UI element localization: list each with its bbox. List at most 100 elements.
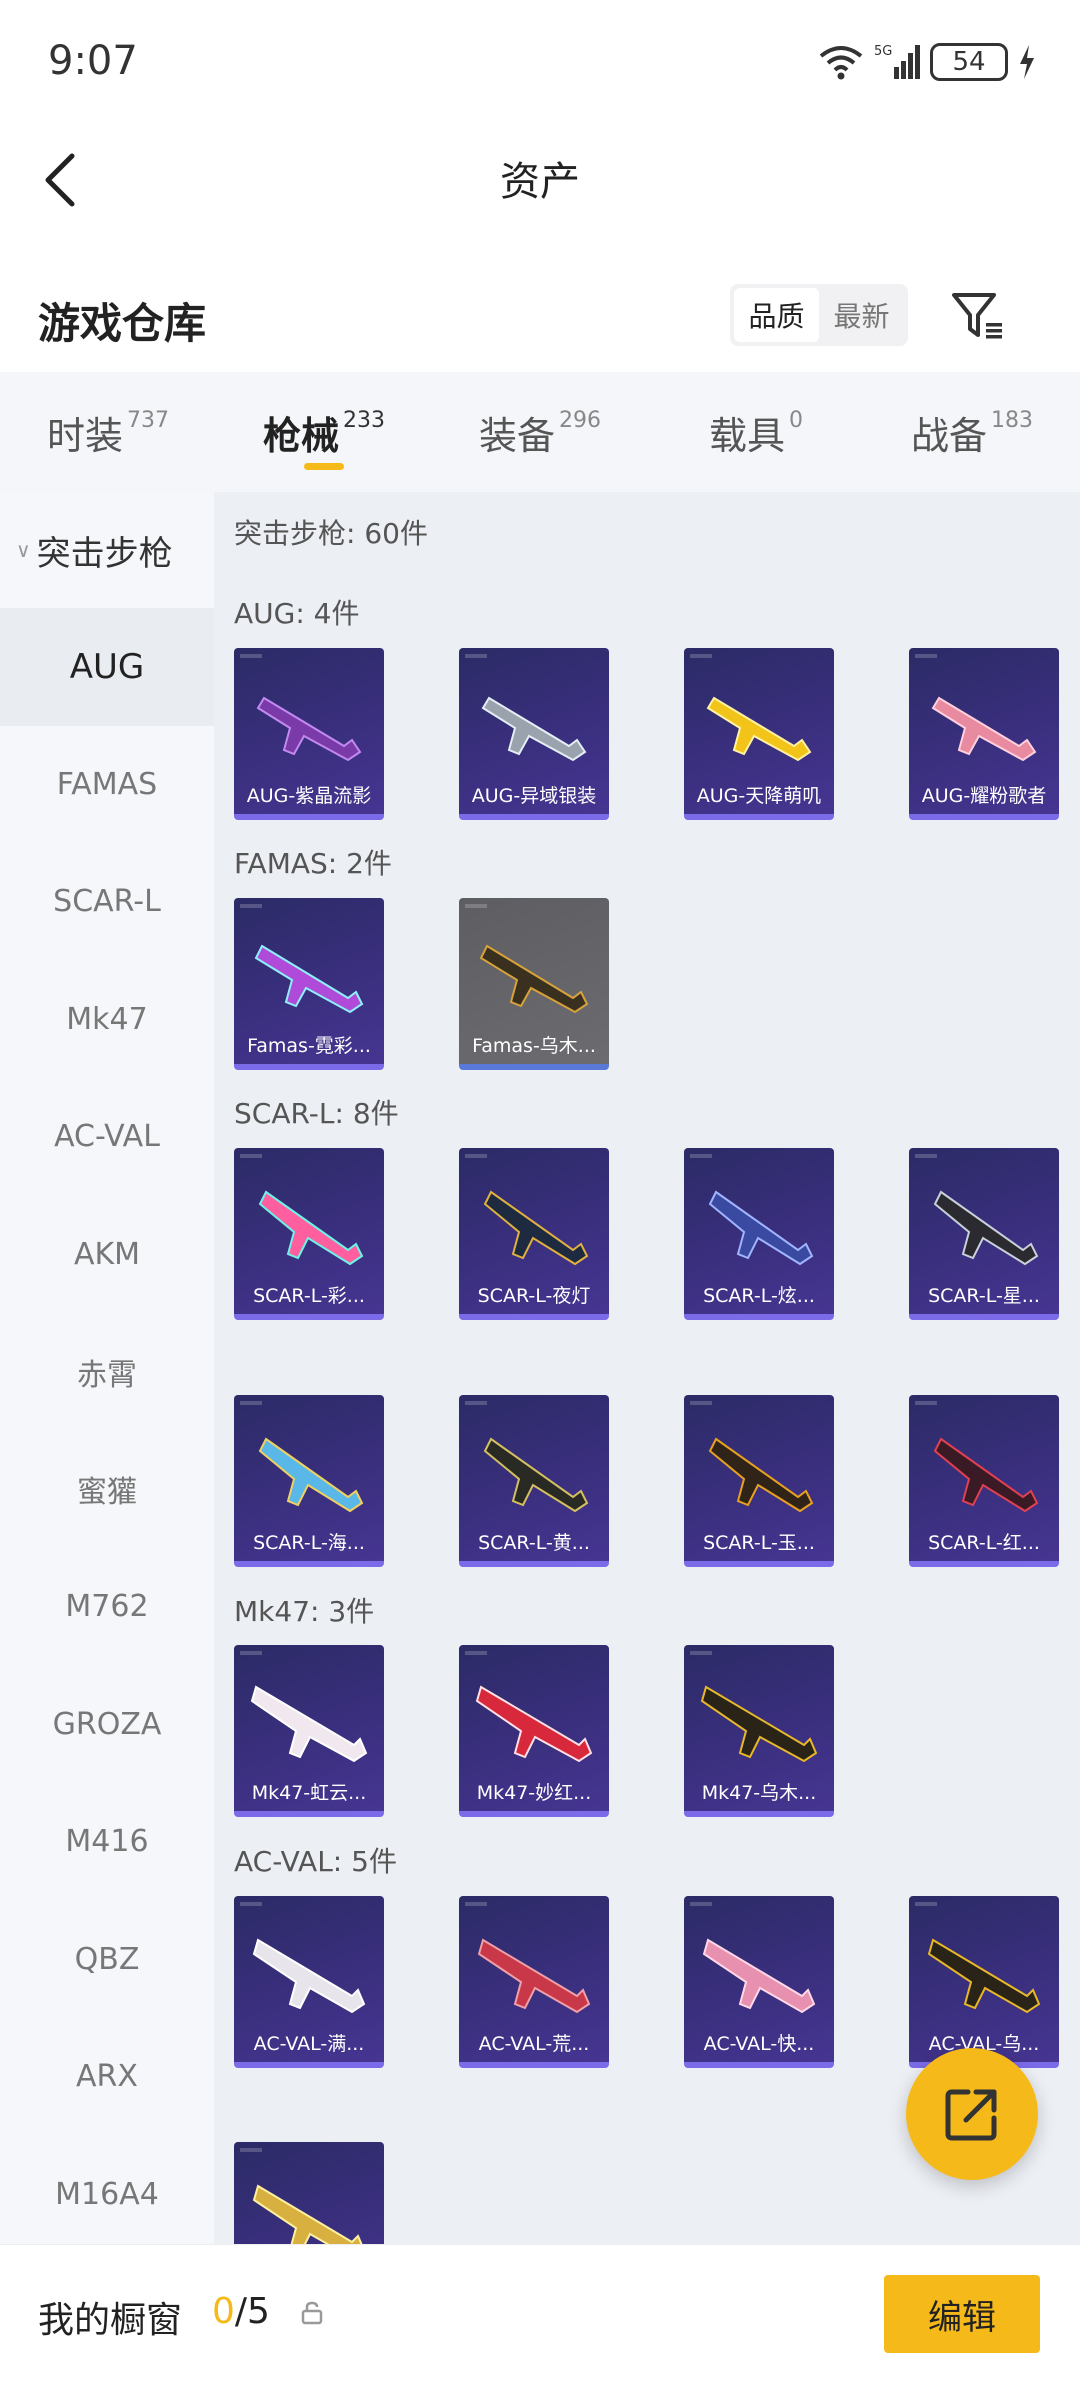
card-corner-deco — [240, 2148, 262, 2152]
skin-name: SCAR-L-彩... — [253, 1285, 365, 1307]
tab-firearms[interactable]: 枪械 233 — [216, 372, 432, 492]
sidebar-item-mk47[interactable]: Mk47 — [0, 961, 214, 1079]
tab-fashion[interactable]: 时装 737 — [0, 372, 216, 492]
skin-card[interactable]: SCAR-L-玉... — [684, 1395, 834, 1567]
skin-name: AUG-紫晶流影 — [246, 785, 372, 807]
edit-button[interactable]: 编辑 — [884, 2275, 1040, 2353]
skin-card[interactable]: SCAR-L-海... — [234, 1395, 384, 1567]
skin-name: SCAR-L-黄... — [478, 1532, 590, 1554]
sidebar-category-label: 突击步枪 — [36, 533, 173, 574]
gun-image — [477, 1938, 591, 2014]
skin-card[interactable]: Mk47-虹云... — [234, 1645, 384, 1817]
card-corner-deco — [465, 1401, 487, 1405]
skin-name: AC-VAL-快... — [703, 2033, 815, 2055]
tab-equipment[interactable]: 装备 296 — [432, 372, 648, 492]
skin-card[interactable]: Famas-乌木... — [459, 898, 609, 1070]
skin-name: Mk47-虹云... — [251, 1782, 367, 1804]
battery-level: 54 — [952, 47, 986, 77]
sidebar-item-qbz[interactable]: QBZ — [0, 1901, 214, 2019]
filter-button[interactable] — [950, 287, 1006, 343]
sidebar-category-assault-rifles[interactable]: ∨ 突击步枪 — [0, 492, 214, 608]
skin-card[interactable]: AUG-耀粉歌者 — [909, 648, 1059, 820]
skin-card[interactable]: SCAR-L-星... — [909, 1148, 1059, 1320]
group-title-ac-val: AC-VAL: 5件 — [234, 1845, 397, 1878]
gun-image — [252, 1938, 366, 2014]
tab-label: 时装 — [46, 413, 123, 458]
card-corner-deco — [240, 1154, 262, 1158]
active-tab-indicator — [304, 463, 344, 470]
skin-name: SCAR-L-红... — [928, 1532, 1040, 1554]
sort-newest-button[interactable]: 最新 — [819, 288, 904, 342]
gun-image — [483, 1437, 589, 1513]
skin-card[interactable]: AC-VAL-快... — [684, 1896, 834, 2068]
card-corner-deco — [465, 1651, 487, 1655]
skin-card[interactable]: Mk47-妙红... — [459, 1645, 609, 1817]
tab-vehicles[interactable]: 载具 0 — [648, 372, 864, 492]
sidebar-item-akm[interactable]: AKM — [0, 1196, 214, 1314]
sidebar-item-ac-val[interactable]: AC-VAL — [0, 1078, 214, 1196]
card-corner-deco — [915, 1902, 937, 1906]
card-corner-deco — [690, 654, 712, 658]
sidebar-item-groza[interactable]: GROZA — [0, 1666, 214, 1784]
skin-card[interactable]: AUG-异域银装 — [459, 648, 609, 820]
card-corner-deco — [240, 1651, 262, 1655]
sort-quality-button[interactable]: 品质 — [734, 288, 819, 342]
sidebar-item-scar-l[interactable]: SCAR-L — [0, 843, 214, 961]
skin-card[interactable]: AUG-天降萌叽 — [684, 648, 834, 820]
card-corner-deco — [915, 1154, 937, 1158]
weapon-grid: 突击步枪: 60件 AUG: 4件 AUG-紫晶流影 AUG-异域银装 AUG-… — [214, 492, 1080, 2244]
sidebar-item-mihuan[interactable]: 蜜獾 — [0, 1431, 214, 1549]
skin-name: SCAR-L-海... — [253, 1532, 365, 1554]
skin-card[interactable]: AC-VAL-乌... — [909, 1896, 1059, 2068]
skin-card[interactable]: SCAR-L-红... — [909, 1395, 1059, 1567]
card-corner-deco — [690, 1651, 712, 1655]
gun-image — [931, 696, 1037, 762]
group-title-aug: AUG: 4件 — [234, 597, 360, 630]
skin-name: AUG-耀粉歌者 — [921, 785, 1047, 807]
tab-supplies[interactable]: 战备 183 — [864, 372, 1080, 492]
filter-icon — [952, 293, 1002, 339]
card-corner-deco — [690, 1902, 712, 1906]
gun-image — [702, 1938, 816, 2014]
skin-card[interactable]: SCAR-L-炫... — [684, 1148, 834, 1320]
skin-card[interactable]: AUG-紫晶流影 — [234, 648, 384, 820]
share-icon — [945, 2089, 997, 2141]
skin-card[interactable]: SCAR-L-夜灯 — [459, 1148, 609, 1320]
charging-icon — [1020, 45, 1034, 79]
share-button[interactable] — [906, 2048, 1038, 2180]
card-corner-deco — [465, 904, 487, 908]
app-header: 资产 — [0, 125, 1080, 235]
sidebar-item-famas[interactable]: FAMAS — [0, 726, 214, 844]
tab-count: 183 — [991, 407, 1033, 433]
gun-image — [708, 1437, 814, 1513]
skin-card[interactable]: Mk47-乌木... — [684, 1645, 834, 1817]
tab-count: 737 — [127, 407, 169, 433]
tab-label: 载具 — [708, 413, 785, 458]
card-corner-deco — [240, 654, 262, 658]
skin-name: Mk47-妙红... — [476, 1782, 592, 1804]
skin-card[interactable]: SCAR-L-黄... — [459, 1395, 609, 1567]
skin-name: AC-VAL-满... — [253, 2033, 365, 2055]
wifi-icon — [819, 46, 863, 80]
skin-card[interactable]: SCAR-L-彩... — [234, 1148, 384, 1320]
tab-label: 战备 — [910, 413, 987, 458]
gun-image — [252, 2184, 363, 2244]
skin-name: AUG-异域银装 — [471, 785, 597, 807]
card-corner-deco — [240, 1401, 262, 1405]
sidebar-item-m416[interactable]: M416 — [0, 1783, 214, 1901]
skin-card[interactable]: AC-VAL-荒... — [459, 1896, 609, 2068]
skin-name: AC-VAL-荒... — [478, 2033, 590, 2055]
skin-card[interactable]: AC-VAL-满... — [234, 1896, 384, 2068]
skin-name: SCAR-L-炫... — [703, 1285, 815, 1307]
sidebar-item-chixiao[interactable]: 赤霄 — [0, 1313, 214, 1431]
card-corner-deco — [690, 1401, 712, 1405]
sidebar-item-m16a4[interactable]: M16A4 — [0, 2136, 214, 2245]
sidebar-item-arx[interactable]: ARX — [0, 2018, 214, 2136]
tab-count: 296 — [559, 407, 601, 433]
sidebar-item-m762[interactable]: M762 — [0, 1548, 214, 1666]
sidebar-item-aug[interactable]: AUG — [0, 608, 214, 726]
gun-image — [927, 1938, 1041, 2014]
skin-card[interactable]: Famas-霓彩... — [234, 898, 384, 1070]
skin-card[interactable] — [234, 2142, 384, 2244]
gun-image — [708, 1190, 814, 1266]
